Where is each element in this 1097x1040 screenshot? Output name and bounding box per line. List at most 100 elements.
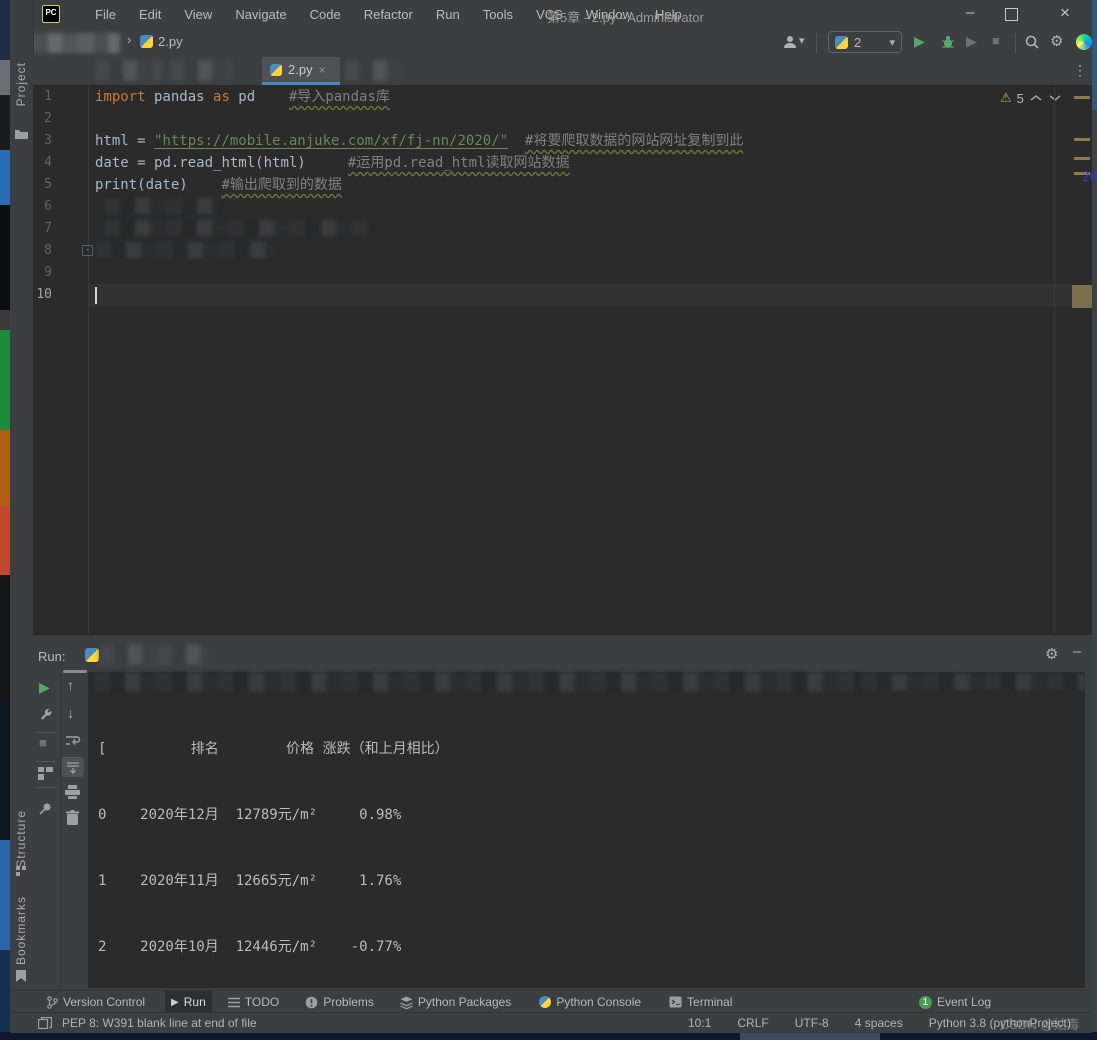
run-panel-label: Run: xyxy=(38,649,65,664)
editor-scrollbar-thumb[interactable] xyxy=(1072,285,1092,308)
stop-button[interactable]: ■ xyxy=(992,33,1000,48)
run-button[interactable]: ▶ xyxy=(914,33,925,50)
sidebar-item-project[interactable]: Project xyxy=(14,62,28,106)
menu-file[interactable]: File xyxy=(95,7,116,22)
toolbar-separator xyxy=(1015,33,1016,53)
scroll-to-end-icon[interactable] xyxy=(62,757,84,777)
search-everywhere-icon[interactable] xyxy=(1024,34,1040,50)
editor-tab-bar: 2.py × ⋮ xyxy=(33,57,1092,86)
ide-features-sphere-icon[interactable] xyxy=(1076,34,1092,50)
python-file-icon xyxy=(270,64,282,76)
console-output: [ 排名 价格 涨跌（和上月相比） 0 2020年12月 12789元/m² 0… xyxy=(98,694,449,1040)
file-encoding[interactable]: UTF-8 xyxy=(795,1016,829,1030)
sidebar-item-structure[interactable]: Structure xyxy=(14,810,28,868)
rerun-button[interactable]: ▶ xyxy=(39,679,50,696)
warning-icon: ⚠ xyxy=(1000,90,1012,106)
menu-edit[interactable]: Edit xyxy=(139,7,161,22)
indent-setting[interactable]: 4 spaces xyxy=(855,1016,903,1030)
desktop-taskbar-item xyxy=(740,1032,880,1040)
window-stack-icon[interactable] xyxy=(38,1017,52,1029)
run-configuration-select[interactable]: 2 ▾ xyxy=(828,31,902,53)
toolwindow-python-packages[interactable]: Python Packages xyxy=(394,991,517,1013)
censored-code xyxy=(105,198,217,214)
main-toolbar: › 2.py ▾ 2 ▾ ▶ ▶ ■ ⚙ xyxy=(10,28,1092,57)
censored-tab[interactable] xyxy=(170,60,232,81)
console-header-row: [ 排名 价格 涨跌（和上月相比） xyxy=(98,738,449,760)
caret-position[interactable]: 10:1 xyxy=(688,1016,711,1030)
toolbar-separator xyxy=(816,33,817,53)
tab-close-icon[interactable]: × xyxy=(319,63,326,77)
toolwindow-version-control[interactable]: Version Control xyxy=(40,991,151,1013)
soft-wrap-icon[interactable] xyxy=(65,733,81,747)
menu-code[interactable]: Code xyxy=(310,7,341,22)
code-line-3: html = "https://mobile.anjuke.com/xf/fj-… xyxy=(95,130,743,152)
censored-tab[interactable] xyxy=(95,60,163,81)
scroll-down-icon[interactable]: ↓ xyxy=(67,705,74,721)
toolbar-divider xyxy=(36,732,56,733)
code-line-4: date = pd.read_html(html) #运用pd.read_htm… xyxy=(95,152,569,174)
clear-all-trash-icon[interactable] xyxy=(66,810,79,825)
censored-console-command xyxy=(95,672,860,691)
terminal-icon xyxy=(669,996,682,1008)
warning-count: 5 xyxy=(1017,91,1024,106)
toolwindow-python-console[interactable]: Python Console xyxy=(533,991,647,1013)
settings-gear-icon[interactable]: ⚙ xyxy=(1050,32,1063,50)
menu-view[interactable]: View xyxy=(184,7,212,22)
menu-tools[interactable]: Tools xyxy=(483,7,513,22)
run-panel-settings-icon[interactable]: ⚙ xyxy=(1045,645,1058,663)
scroll-up-icon[interactable]: ↑ xyxy=(67,677,74,693)
tab-label: 2.py xyxy=(288,62,313,77)
print-icon[interactable] xyxy=(65,785,80,799)
error-stripe-mark[interactable] xyxy=(1074,96,1090,99)
packages-layers-icon xyxy=(400,996,413,1009)
line-ending[interactable]: CRLF xyxy=(737,1016,768,1030)
pin-tab-icon[interactable] xyxy=(38,801,53,816)
structure-icon xyxy=(16,866,26,876)
tab-options-more-icon[interactable]: ⋮ xyxy=(1073,62,1087,79)
margin-guide xyxy=(1054,85,1055,634)
menu-run[interactable]: Run xyxy=(436,7,460,22)
censored-console-command xyxy=(862,674,1085,690)
close-button[interactable]: × xyxy=(1050,0,1080,26)
bookmark-icon xyxy=(16,970,26,982)
menu-refactor[interactable]: Refactor xyxy=(364,7,413,22)
debug-button[interactable] xyxy=(940,34,956,50)
error-stripe-mark[interactable] xyxy=(1074,157,1090,160)
tab-active-2py[interactable]: 2.py × xyxy=(262,57,340,85)
maximize-button[interactable] xyxy=(1005,8,1018,21)
toolwindow-run[interactable]: ▶ Run xyxy=(165,991,212,1013)
run-tab-indicator xyxy=(63,670,87,673)
toolwindow-problems[interactable]: Problems xyxy=(299,991,380,1013)
run-configuration-name: 2 xyxy=(854,35,861,50)
python-file-icon xyxy=(140,35,153,48)
menu-navigate[interactable]: Navigate xyxy=(235,7,286,22)
censored-run-tab-name xyxy=(100,645,210,665)
prev-warning-icon[interactable] xyxy=(1029,93,1043,103)
breadcrumb-chevron-icon: › xyxy=(127,32,131,47)
user-dropdown-icon[interactable]: ▾ xyxy=(799,34,805,47)
run-panel-hide-icon[interactable]: – xyxy=(1073,643,1081,660)
toolbar-divider xyxy=(36,761,56,762)
minimize-button[interactable]: – xyxy=(955,0,985,26)
censored-code xyxy=(96,242,278,258)
run-with-coverage-button[interactable]: ▶ xyxy=(966,33,977,50)
toolwindow-terminal[interactable]: Terminal xyxy=(663,991,738,1013)
censored-tab[interactable] xyxy=(345,60,403,81)
error-stripe-mark[interactable] xyxy=(1074,138,1090,141)
restore-layout-icon[interactable] xyxy=(38,767,53,780)
code-line-5: print(date) #输出爬取到的数据 xyxy=(95,174,342,196)
git-branch-icon xyxy=(46,996,58,1009)
inspections-widget[interactable]: ⚠ 5 xyxy=(1000,90,1062,106)
edit-configuration-wrench-icon[interactable] xyxy=(38,708,53,723)
app-logo-icon: PC xyxy=(42,5,60,23)
event-log-button[interactable]: 1 Event Log xyxy=(913,991,997,1013)
stop-process-button[interactable]: ■ xyxy=(39,735,47,750)
project-folder-icon xyxy=(15,128,28,139)
fold-marker-icon[interactable]: - xyxy=(82,245,93,256)
sidebar-item-bookmarks[interactable]: Bookmarks xyxy=(14,896,28,965)
user-icon[interactable] xyxy=(782,34,798,50)
stripe-watermark-text: 20 xyxy=(1082,170,1097,185)
event-log-badge: 1 xyxy=(919,996,932,1009)
breadcrumb-file[interactable]: 2.py xyxy=(158,34,183,49)
toolwindow-todo[interactable]: TODO xyxy=(222,991,285,1013)
